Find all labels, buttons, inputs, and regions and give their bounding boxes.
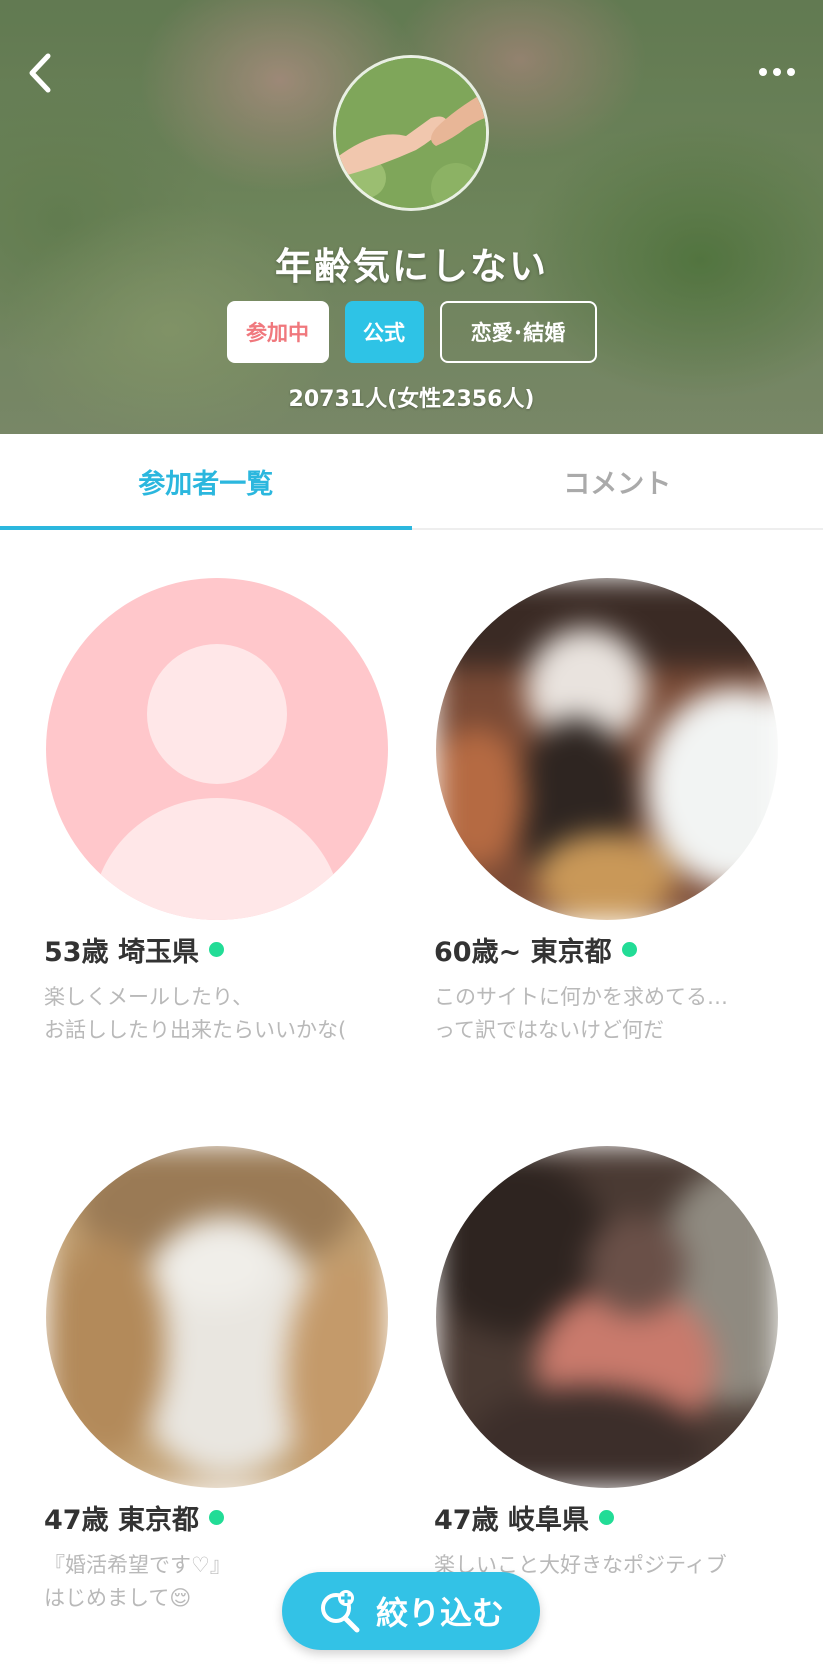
tab-bar: 参加者一覧 コメント <box>0 434 823 530</box>
member-name: 60歳~ 東京都 <box>434 930 784 969</box>
chevron-left-icon <box>29 53 51 93</box>
member-photo <box>436 1146 778 1488</box>
member-bio: このサイトに何かを求めてる… って訳ではないけど何だ <box>434 985 728 1042</box>
tab-participants[interactable]: 参加者一覧 <box>0 434 412 530</box>
back-button[interactable] <box>22 48 62 98</box>
member-photo <box>436 578 778 920</box>
filter-button-label: 絞り込む <box>375 1594 504 1632</box>
search-plus-icon <box>320 1590 360 1633</box>
group-avatar <box>333 55 489 211</box>
more-horizontal-icon <box>759 68 795 76</box>
tab-comments[interactable]: コメント <box>412 434 823 528</box>
avatar-body-shape <box>92 798 342 920</box>
member-name: 53歳 埼玉県 <box>44 930 394 969</box>
joined-badge[interactable]: 参加中 <box>226 301 329 363</box>
online-status-dot <box>621 942 637 957</box>
member-photo <box>46 1146 388 1488</box>
online-status-dot <box>598 1510 614 1525</box>
filter-button[interactable]: 絞り込む <box>282 1572 540 1650</box>
member-card[interactable]: 47歳 岐阜県 楽しいこと大好きなポジティブ です✨ <box>434 1146 794 1610</box>
member-photo <box>46 578 388 920</box>
avatar-head-shape <box>147 644 287 784</box>
online-status-dot <box>208 942 224 957</box>
more-options-button[interactable] <box>755 62 799 82</box>
category-badge[interactable]: 恋愛･結婚 <box>439 301 597 363</box>
group-title: 年齢気にしない <box>275 245 548 288</box>
member-card[interactable]: 60歳~ 東京都 このサイトに何かを求めてる… って訳ではないけど何だ <box>434 578 794 1042</box>
member-name: 47歳 岐阜県 <box>434 1498 784 1537</box>
member-card[interactable]: 47歳 東京都 『婚活希望です♡』 はじめまして😌 <box>44 1146 404 1610</box>
group-header: 年齢気にしない 参加中 公式 恋愛･結婚 20731人(女性2356人) <box>0 0 823 434</box>
member-count: 20731人(女性2356人) <box>288 387 535 412</box>
member-bio: 楽しくメールしたり、 お話ししたり出来たらいいかな( <box>44 985 347 1042</box>
official-badge: 公式 <box>344 301 424 363</box>
member-name: 47歳 東京都 <box>44 1498 394 1537</box>
group-badges: 参加中 公式 恋愛･結婚 <box>0 301 823 363</box>
online-status-dot <box>208 1510 224 1525</box>
member-card[interactable]: 53歳 埼玉県 楽しくメールしたり、 お話ししたり出来たらいいかな( <box>44 578 404 1042</box>
